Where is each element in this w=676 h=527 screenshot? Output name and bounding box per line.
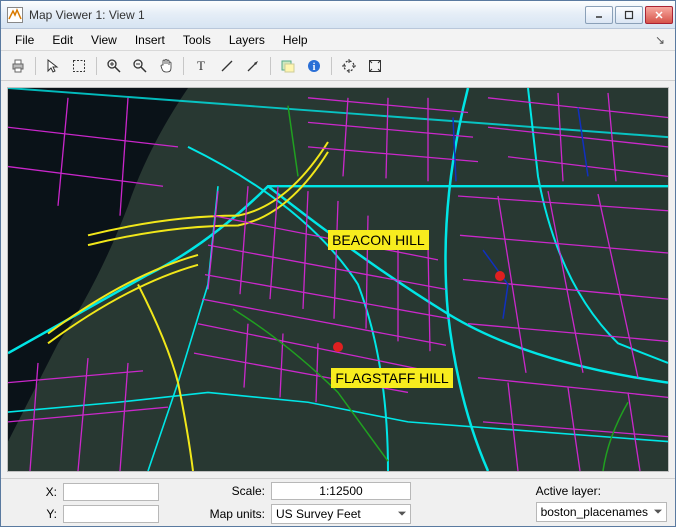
zoom-out-icon[interactable]	[129, 55, 151, 77]
svg-text:i: i	[313, 62, 316, 73]
separator	[331, 57, 332, 75]
separator	[35, 57, 36, 75]
menu-help[interactable]: Help	[275, 31, 316, 49]
separator	[96, 57, 97, 75]
units-label: Map units:	[205, 507, 265, 521]
close-button[interactable]	[645, 6, 673, 24]
menu-layers[interactable]: Layers	[221, 31, 273, 49]
pointer-icon[interactable]	[42, 55, 64, 77]
window-title: Map Viewer 1: View 1	[29, 8, 585, 22]
menu-view[interactable]: View	[83, 31, 125, 49]
app-icon	[7, 7, 23, 23]
map-layers	[8, 88, 668, 471]
y-input[interactable]	[63, 505, 159, 523]
menu-insert[interactable]: Insert	[127, 31, 173, 49]
units-select[interactable]: US Survey Feet	[271, 504, 411, 524]
fit-icon[interactable]	[364, 55, 386, 77]
svg-text:T: T	[197, 58, 205, 73]
units-value: US Survey Feet	[276, 507, 361, 521]
map-annotation[interactable]: BEACON HILL	[328, 230, 429, 250]
pan-icon[interactable]	[155, 55, 177, 77]
x-label: X:	[9, 485, 57, 499]
menu-edit[interactable]: Edit	[44, 31, 81, 49]
menu-tools[interactable]: Tools	[175, 31, 219, 49]
minimize-button[interactable]	[585, 6, 613, 24]
layers-icon[interactable]	[277, 55, 299, 77]
scale-label: Scale:	[205, 484, 265, 498]
separator	[183, 57, 184, 75]
window-buttons	[585, 6, 673, 24]
select-area-icon[interactable]	[68, 55, 90, 77]
statusbar: X: Y: Scale: Map units: US Survey Feet A…	[1, 478, 675, 526]
text-icon[interactable]: T	[190, 55, 212, 77]
active-layer-value: boston_placenames	[541, 505, 648, 519]
separator	[270, 57, 271, 75]
zoom-in-icon[interactable]	[103, 55, 125, 77]
active-layer-select[interactable]: boston_placenames	[536, 502, 667, 522]
menubar: File Edit View Insert Tools Layers Help …	[1, 29, 675, 51]
app-window: Map Viewer 1: View 1 File Edit View Inse…	[0, 0, 676, 527]
map-marker[interactable]	[333, 342, 343, 352]
dock-icon[interactable]: ↘	[651, 33, 669, 47]
active-layer-label: Active layer:	[536, 484, 601, 498]
scale-input[interactable]	[271, 482, 411, 500]
line-icon[interactable]	[216, 55, 238, 77]
map-canvas[interactable]: BEACON HILL FLAGSTAFF HILL	[7, 87, 669, 472]
y-label: Y:	[9, 507, 57, 521]
info-icon[interactable]: i	[303, 55, 325, 77]
titlebar: Map Viewer 1: View 1	[1, 1, 675, 29]
print-icon[interactable]	[7, 55, 29, 77]
arrow-icon[interactable]	[242, 55, 264, 77]
maximize-button[interactable]	[615, 6, 643, 24]
crosshair-icon[interactable]	[338, 55, 360, 77]
x-input[interactable]	[63, 483, 159, 501]
toolbar: T i	[1, 51, 675, 81]
map-annotation[interactable]: FLAGSTAFF HILL	[331, 368, 452, 388]
map-marker[interactable]	[495, 271, 505, 281]
menu-file[interactable]: File	[7, 31, 42, 49]
